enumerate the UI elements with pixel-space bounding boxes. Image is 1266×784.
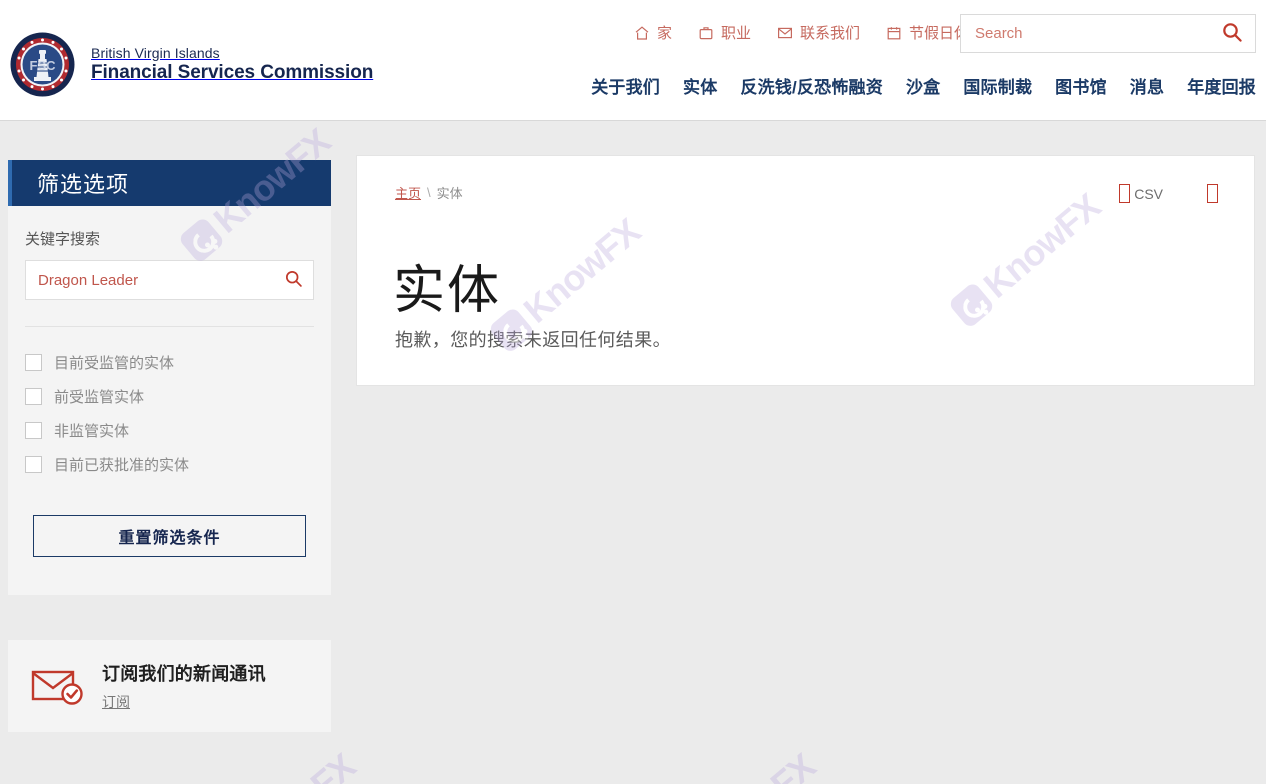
- reset-filters-wrap: 重置筛选条件: [8, 481, 331, 557]
- top-link-careers-label: 职业: [720, 25, 751, 42]
- reset-filters-button[interactable]: 重置筛选条件: [33, 515, 306, 557]
- filter-label: 非监管实体: [54, 422, 130, 440]
- keyword-search-button[interactable]: [273, 261, 313, 299]
- newsletter-text: 订阅我们的新闻通讯 订阅: [102, 660, 266, 712]
- filter-label: 前受监管实体: [54, 388, 145, 406]
- breadcrumb: 主页 \ 实体: [395, 183, 463, 202]
- watermark-text: KnowFX: [231, 746, 364, 784]
- no-results-message: 抱歉，您的搜索未返回任何结果。: [395, 330, 671, 350]
- checkbox-icon[interactable]: [25, 455, 42, 473]
- filter-checkbox-formerly-regulated[interactable]: 前受监管实体: [25, 379, 314, 413]
- filter-label: 目前已获批准的实体: [54, 456, 190, 474]
- envelope-icon: [777, 25, 793, 41]
- filter-sidebar: 筛选选项 关键字搜索 目前受监管的实体: [8, 160, 331, 732]
- search-icon: [284, 269, 303, 291]
- filter-panel-footer: [8, 557, 331, 595]
- nav-item-news[interactable]: 消息: [1130, 73, 1164, 98]
- briefcase-icon: [698, 25, 714, 41]
- filter-panel-title: 筛选选项: [37, 172, 130, 197]
- nav-item-sandbox[interactable]: 沙盒: [906, 73, 940, 98]
- filter-panel: 筛选选项 关键字搜索 目前受监管的实体: [8, 160, 331, 595]
- filter-checkbox-currently-approved[interactable]: 目前已获批准的实体: [25, 447, 314, 481]
- filter-checkbox-currently-regulated[interactable]: 目前受监管的实体: [25, 345, 314, 379]
- checkbox-icon[interactable]: [25, 421, 42, 439]
- entity-status-filters: 目前受监管的实体 前受监管实体 非监管实体 目前已获批准的实体: [8, 327, 331, 481]
- checkbox-icon[interactable]: [25, 353, 42, 371]
- filter-checkbox-unregulated[interactable]: 非监管实体: [25, 413, 314, 447]
- brand-text: British Virgin Islands Financial Service…: [91, 45, 373, 84]
- export-csv-label: CSV: [1134, 185, 1163, 202]
- newsletter-title: 订阅我们的新闻通讯: [102, 664, 266, 684]
- nav-item-sanctions[interactable]: 国际制裁: [963, 73, 1032, 98]
- watermark: KnowFX: [660, 746, 823, 784]
- top-link-home-label: 家: [656, 25, 672, 42]
- nav-item-library[interactable]: 图书馆: [1055, 73, 1107, 98]
- top-link-careers[interactable]: 职业: [698, 22, 751, 43]
- top-link-home[interactable]: 家: [634, 22, 672, 43]
- print-icon: [1207, 184, 1218, 203]
- search-button[interactable]: [1209, 15, 1255, 52]
- checkbox-icon[interactable]: [25, 387, 42, 405]
- nav-item-about[interactable]: 关于我们: [591, 73, 660, 98]
- filter-label: 目前受监管的实体: [54, 354, 175, 372]
- top-link-contact-label: 联系我们: [799, 25, 860, 42]
- main-nav: 关于我们 实体 反洗钱/反恐怖融资 沙盒 国际制裁 图书馆 消息 年度回报: [591, 73, 1256, 98]
- nav-item-aml-cft[interactable]: 反洗钱/反恐怖融资: [740, 73, 883, 98]
- file-csv-icon: [1119, 184, 1131, 203]
- keyword-search-input[interactable]: [26, 261, 273, 299]
- newsletter-signup-panel: 订阅我们的新闻通讯 订阅: [8, 640, 331, 732]
- newsletter-subscribe-link[interactable]: 订阅: [102, 692, 130, 712]
- main-content-card: 主页 \ 实体 CSV 实体 抱歉，您的搜索未返回任何结果。: [356, 155, 1255, 386]
- top-link-contact[interactable]: 联系我们: [777, 22, 860, 43]
- content-actions: CSV: [1119, 184, 1218, 203]
- calendar-icon: [886, 25, 902, 41]
- keyword-search-label: 关键字搜索: [25, 231, 101, 248]
- page-title: 实体: [393, 261, 502, 320]
- nav-item-entities[interactable]: 实体: [683, 73, 717, 98]
- watermark: KnowFX: [200, 746, 363, 784]
- bvi-fsc-seal-logo: FSC: [10, 32, 75, 97]
- keyword-search-field[interactable]: [25, 260, 314, 300]
- watermark-text: KnowFX: [691, 746, 824, 784]
- filter-panel-header: 筛选选项: [8, 160, 331, 206]
- breadcrumb-current: 实体: [436, 186, 463, 201]
- envelope-check-icon: [30, 664, 86, 708]
- search-icon: [1221, 21, 1243, 46]
- print-button[interactable]: [1207, 184, 1218, 203]
- home-icon: [634, 25, 650, 41]
- export-csv-button[interactable]: CSV: [1119, 184, 1163, 203]
- site-search[interactable]: [960, 14, 1256, 53]
- brand-line-1: British Virgin Islands: [91, 45, 220, 62]
- site-header: FSC British Virgin Islands Financial Ser…: [0, 0, 1266, 121]
- nav-item-annual-returns[interactable]: 年度回报: [1187, 73, 1256, 98]
- utility-nav: 家 职业 联系我们 节假日休息: [634, 22, 984, 43]
- breadcrumb-separator: \: [427, 185, 431, 200]
- site-logo-link[interactable]: FSC British Virgin Islands Financial Ser…: [10, 32, 373, 97]
- svg-text:FSC: FSC: [30, 58, 57, 73]
- filter-panel-body: 关键字搜索: [8, 206, 331, 327]
- search-input[interactable]: [961, 15, 1209, 52]
- brand-line-2: Financial Services Commission: [91, 62, 374, 84]
- breadcrumb-home-link[interactable]: 主页: [395, 183, 421, 202]
